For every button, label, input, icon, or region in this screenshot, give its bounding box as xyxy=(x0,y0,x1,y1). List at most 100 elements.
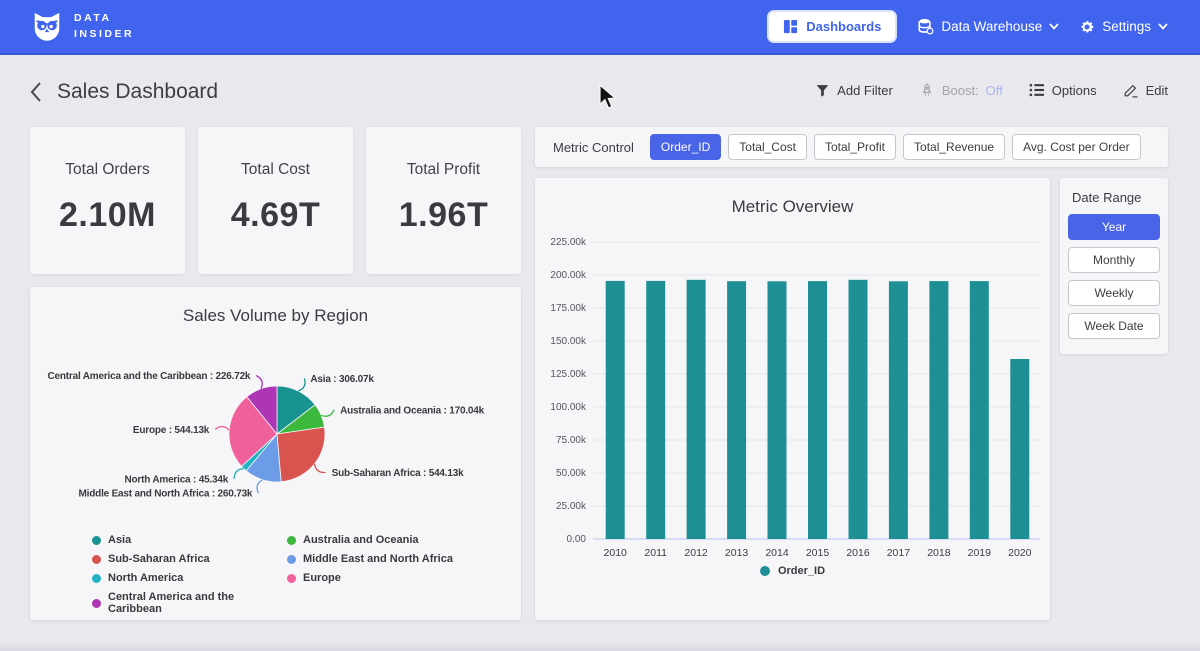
legend-label: Sub-Saharan Africa xyxy=(108,553,210,565)
legend-item-sub-saharan-africa: Sub-Saharan Africa xyxy=(92,553,287,565)
metric-control-bar: Metric Control Order_ID Total_Cost Total… xyxy=(535,127,1168,167)
back-button[interactable] xyxy=(26,80,46,109)
filter-funnel-icon xyxy=(815,83,830,98)
metric-button-avg-cost-per-order[interactable]: Avg. Cost per Order xyxy=(1012,134,1141,160)
edit-button[interactable]: Edit xyxy=(1123,82,1168,98)
bar-2015[interactable] xyxy=(808,281,827,539)
legend-label: Australia and Oceania xyxy=(303,534,419,546)
y-axis-tick: 175.00k xyxy=(550,303,587,314)
pie-leader-line xyxy=(234,469,244,479)
settings-menu[interactable]: Settings xyxy=(1079,19,1168,35)
legend-dot xyxy=(92,574,101,583)
legend-dot xyxy=(92,555,101,564)
page-title: Sales Dashboard xyxy=(57,80,218,104)
legend-item-middle-east-and-north-africa: Middle East and North Africa xyxy=(287,553,521,565)
bar-2020[interactable] xyxy=(1010,359,1029,539)
bar-chart-legend: Order_ID xyxy=(535,565,1050,577)
legend-item-europe: Europe xyxy=(287,572,521,584)
bar-chart[interactable]: 0.0025.00k50.00k75.00k100.00k125.00k150.… xyxy=(535,224,1050,564)
bar-2018[interactable] xyxy=(929,281,948,539)
pie-leader-line xyxy=(315,464,326,473)
pie-leader-line xyxy=(215,427,229,431)
bar-2011[interactable] xyxy=(646,281,665,539)
bar-2012[interactable] xyxy=(687,280,706,539)
x-axis-label: 2010 xyxy=(604,547,628,559)
y-axis-tick: 50.00k xyxy=(556,468,587,479)
pie-legend: Asia Australia and Oceania Sub-Saharan Afr… xyxy=(92,534,521,615)
boost-toggle[interactable]: Boost: Off xyxy=(919,82,1003,98)
bar-chart-title: Metric Overview xyxy=(535,197,1050,217)
pie-slice-sub-saharan-africa[interactable] xyxy=(277,427,325,482)
rocket-icon xyxy=(919,82,935,98)
x-axis-label: 2012 xyxy=(684,547,708,559)
metric-button-total-cost[interactable]: Total_Cost xyxy=(728,134,807,160)
gear-icon xyxy=(1079,19,1095,35)
metric-button-total-profit[interactable]: Total_Profit xyxy=(814,134,896,160)
kpi-label: Total Orders xyxy=(65,161,149,179)
bottom-edge xyxy=(0,641,1200,651)
pie-slice-label: Central America and the Caribbean : 226.… xyxy=(48,371,251,382)
y-axis-tick: 75.00k xyxy=(556,435,587,446)
boost-label: Boost: xyxy=(942,83,979,98)
kpi-value: 2.10M xyxy=(59,196,156,235)
date-range-week-date-button[interactable]: Week Date xyxy=(1068,313,1160,339)
kpi-value: 1.96T xyxy=(399,196,488,235)
dashboards-button[interactable]: Dashboards xyxy=(767,10,897,43)
kpi-label: Total Cost xyxy=(241,161,310,179)
bar-2019[interactable] xyxy=(970,281,989,539)
pie-slice-label: North America : 45.34k xyxy=(124,474,228,485)
date-range-weekly-button[interactable]: Weekly xyxy=(1068,280,1160,306)
list-options-icon xyxy=(1029,83,1045,97)
pie-slice-label: Middle East and North Africa : 260.73k xyxy=(79,489,253,500)
x-axis-label: 2019 xyxy=(968,547,992,559)
metric-button-total-revenue[interactable]: Total_Revenue xyxy=(903,134,1005,160)
brand-name: DATA INSIDER xyxy=(74,11,134,41)
kpi-card-total-orders: Total Orders 2.10M xyxy=(30,127,185,274)
pie-slice-label: Sub-Saharan Africa : 544.13k xyxy=(332,468,465,479)
y-axis-tick: 125.00k xyxy=(550,369,587,380)
y-axis-tick: 0.00 xyxy=(567,534,587,545)
legend-item-asia: Asia xyxy=(92,534,287,546)
settings-label: Settings xyxy=(1102,19,1151,34)
y-axis-tick: 100.00k xyxy=(550,402,587,413)
kpi-label: Total Profit xyxy=(407,161,480,179)
y-axis-tick: 225.00k xyxy=(550,237,587,248)
date-range-year-button[interactable]: Year xyxy=(1068,214,1160,240)
pie-slice-label: Australia and Oceania : 170.04k xyxy=(340,405,485,416)
x-axis-label: 2020 xyxy=(1008,547,1032,559)
pie-leader-line xyxy=(321,410,334,416)
brand-logo: DATA INSIDER xyxy=(30,10,134,44)
legend-dot xyxy=(287,536,296,545)
add-filter-button[interactable]: Add Filter xyxy=(815,83,893,98)
legend-dot xyxy=(92,536,101,545)
kpi-card-total-cost: Total Cost 4.69T xyxy=(198,127,353,274)
x-axis-label: 2016 xyxy=(846,547,870,559)
kpi-row: Total Orders 2.10M Total Cost 4.69T Tota… xyxy=(30,127,521,274)
pie-chart-card: Sales Volume by Region Asia : 306.07kAus… xyxy=(30,287,521,620)
x-axis-label: 2011 xyxy=(644,547,667,559)
bar-2017[interactable] xyxy=(889,281,908,539)
pie-leader-line xyxy=(257,480,263,493)
metric-button-order-id[interactable]: Order_ID xyxy=(650,134,721,160)
bar-2014[interactable] xyxy=(768,281,787,539)
date-range-monthly-button[interactable]: Monthly xyxy=(1068,247,1160,273)
app-window: DATA INSIDER Dashboards D xyxy=(0,0,1200,651)
y-axis-tick: 200.00k xyxy=(550,270,587,281)
kpi-value: 4.69T xyxy=(231,196,320,235)
database-icon xyxy=(917,18,934,35)
legend-dot xyxy=(287,574,296,583)
pie-chart[interactable]: Asia : 306.07k Australia and Oceania : 17… xyxy=(30,332,521,532)
options-button[interactable]: Options xyxy=(1029,83,1097,98)
legend-label: Central America and the Caribbean xyxy=(108,591,287,615)
legend-label: Order_ID xyxy=(778,565,825,577)
legend-dot xyxy=(287,555,296,564)
metric-control-label: Metric Control xyxy=(553,140,634,155)
chevron-left-icon xyxy=(26,80,46,104)
top-navbar: DATA INSIDER Dashboards D xyxy=(0,0,1200,55)
data-warehouse-menu[interactable]: Data Warehouse xyxy=(917,18,1059,35)
pie-slice-label: Asia : 306.07k xyxy=(310,374,374,385)
bar-chart-card: Metric Overview 0.0025.00k50.00k75.00k10… xyxy=(535,178,1050,620)
bar-2013[interactable] xyxy=(727,281,746,539)
bar-2010[interactable] xyxy=(606,281,625,539)
bar-2016[interactable] xyxy=(849,280,868,539)
